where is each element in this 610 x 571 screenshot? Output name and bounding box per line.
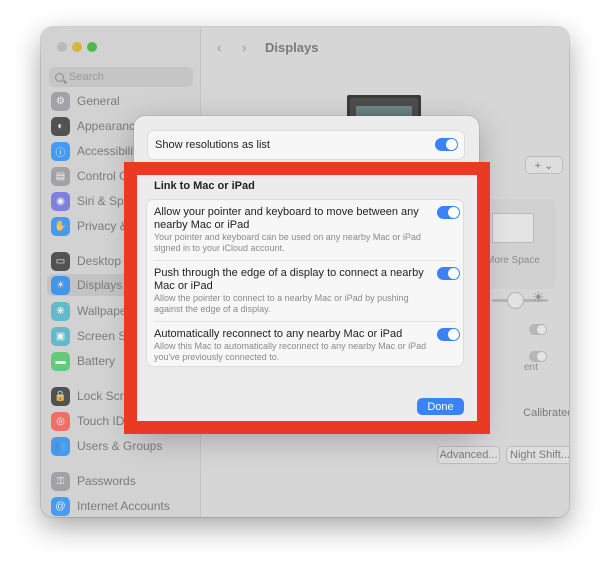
push-through-toggle[interactable] bbox=[437, 267, 460, 280]
sidebar-item-passwords[interactable]: ⚿ Passwords bbox=[51, 470, 136, 492]
screen-saver-icon: ▣ bbox=[51, 326, 70, 346]
option-desc-auto-reconnect: Allow this Mac to automatically reconnec… bbox=[154, 341, 427, 362]
back-chevron-icon[interactable]: ‹ bbox=[217, 39, 222, 55]
option-title-pointer-keyboard: Allow your pointer and keyboard to move … bbox=[154, 206, 419, 231]
advanced-button[interactable]: Advanced... bbox=[437, 446, 500, 464]
close-window-button[interactable] bbox=[57, 42, 67, 52]
display-icon: ☀ bbox=[51, 275, 70, 295]
page-title: Displays bbox=[265, 40, 319, 55]
control-centre-icon: ▤ bbox=[51, 166, 70, 186]
more-space-option[interactable]: More Space bbox=[482, 199, 556, 289]
sidebar-item-appearance[interactable]: ◐ Appearance bbox=[51, 115, 142, 137]
sidebar-item-label: Displays bbox=[77, 278, 123, 292]
add-display-button[interactable]: + ⌄ bbox=[525, 156, 563, 174]
sidebar-item-users-groups[interactable]: 👥 Users & Groups bbox=[51, 435, 162, 457]
show-resolutions-toggle[interactable] bbox=[435, 138, 458, 151]
lock-icon: 🔒 bbox=[51, 386, 70, 406]
gear-icon: ⚙ bbox=[51, 91, 70, 111]
wallpaper-icon: ❋ bbox=[51, 301, 70, 321]
battery-icon: ▬ bbox=[51, 351, 70, 371]
siri-icon: ◉ bbox=[51, 191, 70, 211]
users-icon: 👥 bbox=[51, 436, 70, 456]
option-desc-pointer-keyboard: Your pointer and keyboard can be used on… bbox=[154, 232, 421, 253]
appearance-icon: ◐ bbox=[51, 116, 70, 136]
show-resolutions-row: Show resolutions as list bbox=[147, 130, 465, 160]
color-profile-select[interactable]: Calibrated ◇ bbox=[518, 403, 569, 421]
sidebar-item-label: Accessibility bbox=[77, 144, 143, 158]
more-space-label: More Space bbox=[486, 255, 540, 266]
show-resolutions-label: Show resolutions as list bbox=[155, 139, 270, 151]
done-button[interactable]: Done bbox=[417, 398, 464, 415]
bg-ent-text: ent bbox=[524, 362, 538, 373]
sidebar-item-label: General bbox=[77, 94, 120, 108]
option-title-push-through: Push through the edge of a display to co… bbox=[154, 267, 424, 292]
more-space-preview bbox=[492, 213, 534, 243]
night-shift-button[interactable]: Night Shift... bbox=[506, 446, 569, 464]
fingerprint-icon: ◎ bbox=[51, 411, 70, 431]
hand-icon: ✋ bbox=[51, 216, 70, 236]
bg-toggle-2[interactable] bbox=[529, 351, 547, 362]
sidebar-item-battery[interactable]: ▬ Battery bbox=[51, 350, 115, 372]
search-field[interactable]: Search bbox=[49, 67, 193, 87]
dock-icon: ▭ bbox=[51, 251, 70, 271]
sidebar-item-label: Passwords bbox=[77, 474, 136, 488]
forward-chevron-icon[interactable]: › bbox=[242, 39, 247, 55]
sidebar-item-general[interactable]: ⚙ General bbox=[51, 90, 120, 112]
auto-reconnect-toggle[interactable] bbox=[437, 328, 460, 341]
separator bbox=[154, 321, 456, 322]
sidebar-item-label: Battery bbox=[77, 354, 116, 368]
pointer-keyboard-toggle[interactable] bbox=[437, 206, 460, 219]
sidebar-item-label: Internet Accounts bbox=[77, 499, 170, 513]
sidebar-item-label: Users & Groups bbox=[77, 439, 163, 453]
sidebar-item-label: Appearance bbox=[77, 119, 142, 133]
separator bbox=[154, 260, 456, 261]
minimize-window-button[interactable] bbox=[72, 42, 82, 52]
at-icon: @ bbox=[51, 496, 70, 516]
accessibility-icon: ⓘ bbox=[51, 141, 70, 161]
brightness-sun-icon: ☀ bbox=[532, 289, 545, 305]
search-icon bbox=[55, 72, 64, 82]
bg-toggle-1[interactable] bbox=[529, 324, 547, 335]
brightness-slider-knob[interactable] bbox=[507, 292, 524, 309]
option-title-auto-reconnect: Automatically reconnect to any nearby Ma… bbox=[154, 328, 403, 340]
option-desc-push-through: Allow the pointer to connect to a nearby… bbox=[154, 293, 409, 314]
zoom-window-button[interactable] bbox=[87, 42, 97, 52]
sidebar-item-internet-accounts[interactable]: @ Internet Accounts bbox=[51, 495, 170, 517]
search-placeholder: Search bbox=[69, 71, 104, 83]
key-icon: ⚿ bbox=[51, 471, 70, 491]
sidebar-item-wallpaper[interactable]: ❋ Wallpaper bbox=[51, 300, 131, 322]
stage: Search ⚙ General ◐ Appearance ⓘ Accessib… bbox=[0, 0, 610, 571]
section-title: Link to Mac or iPad bbox=[154, 180, 255, 192]
sidebar-item-label: Wallpaper bbox=[77, 304, 131, 318]
sidebar-item-accessibility[interactable]: ⓘ Accessibility bbox=[51, 140, 142, 162]
